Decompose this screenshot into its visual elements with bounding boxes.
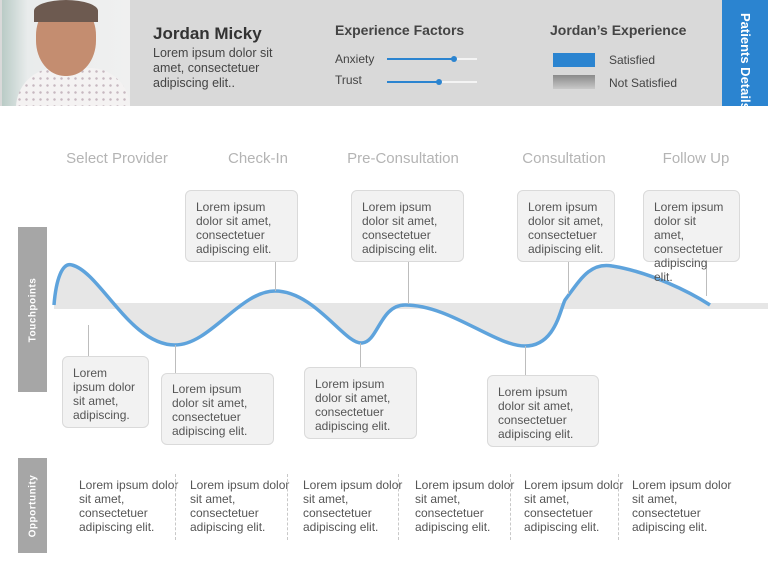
connector — [175, 345, 176, 373]
connector — [525, 346, 526, 375]
divider — [287, 474, 288, 540]
touchpoint-callout: Lorem ipsum dolor sit amet, consectetuer… — [517, 190, 615, 262]
divider — [510, 474, 511, 540]
opportunity-text: Lorem ipsum dolor sit amet, consectetuer… — [303, 478, 403, 534]
touchpoint-callout: Lorem ipsum dolor sit amet, adipiscing. — [62, 356, 149, 428]
connector — [568, 262, 569, 294]
touchpoint-callout: Lorem ipsum dolor sit amet, consectetuer… — [304, 367, 417, 439]
connector — [88, 325, 89, 356]
touchpoint-callout: Lorem ipsum dolor sit amet, consectetuer… — [351, 190, 464, 262]
divider — [175, 474, 176, 540]
divider — [618, 474, 619, 540]
connector — [408, 262, 409, 304]
opportunity-text: Lorem ipsum dolor sit amet, consectetuer… — [632, 478, 732, 534]
touchpoint-callout: Lorem ipsum dolor sit amet, consectetuer… — [185, 190, 298, 262]
touchpoint-callout: Lorem ipsum dolor sit amet, consectetuer… — [487, 375, 599, 447]
connector — [360, 343, 361, 367]
connector — [275, 262, 276, 291]
opportunity-text: Lorem ipsum dolor sit amet, consectetuer… — [524, 478, 624, 534]
opportunity-text: Lorem ipsum dolor sit amet, consectetuer… — [79, 478, 179, 534]
touchpoint-callout: Lorem ipsum dolor sit amet, consectetuer… — [643, 190, 740, 284]
touchpoint-callout: Lorem ipsum dolor sit amet, consectetuer… — [161, 373, 274, 445]
opportunity-text: Lorem ipsum dolor sit amet, consectetuer… — [190, 478, 290, 534]
opportunity-text: Lorem ipsum dolor sit amet, consectetuer… — [415, 478, 515, 534]
divider — [398, 474, 399, 540]
